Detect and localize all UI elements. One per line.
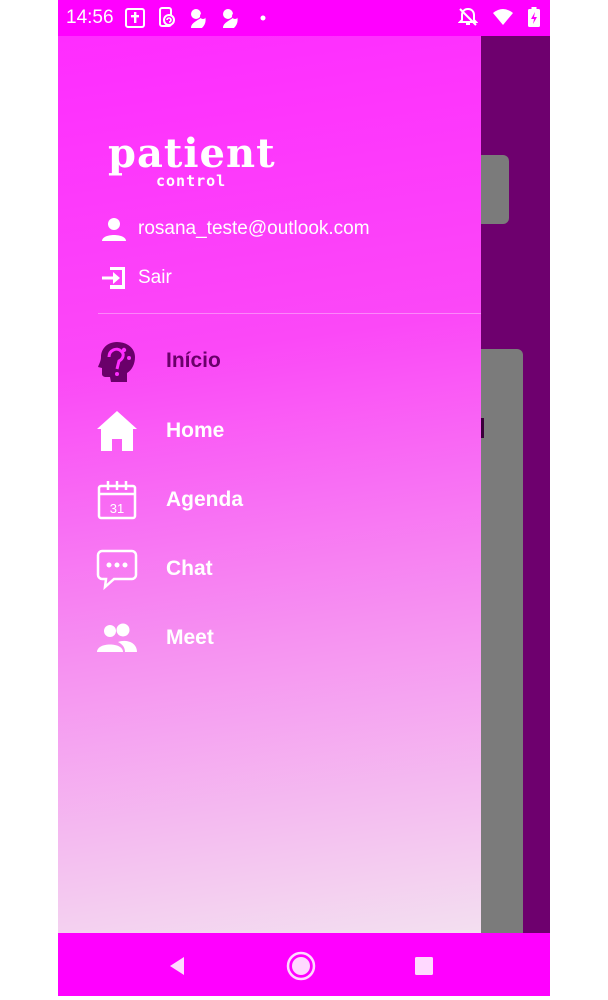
- user-account-row: rosana_teste@outlook.com: [98, 213, 370, 245]
- menu-item-label: Chat: [166, 557, 213, 580]
- chat-bubble-icon: [94, 546, 140, 592]
- wifi-icon: [492, 8, 514, 31]
- logo-sub-text: control: [156, 172, 227, 190]
- app-logo: patient control: [108, 130, 276, 191]
- calendar-day-number: 31: [110, 501, 124, 516]
- navigation-drawer: patient control rosana_teste@outlook.com…: [58, 36, 481, 933]
- phone-sync-icon: [156, 7, 178, 29]
- battery-icon: [528, 7, 540, 32]
- calendar-icon: 31: [94, 477, 140, 523]
- logout-button[interactable]: Sair: [98, 262, 172, 294]
- mute-notifications-icon: [457, 7, 479, 32]
- menu-item-agenda[interactable]: 31 Agenda: [94, 473, 474, 527]
- home-circle-icon: [286, 951, 316, 981]
- menu-item-home[interactable]: Home: [94, 404, 474, 458]
- logout-icon: [98, 262, 130, 294]
- system-nav-bar: [58, 933, 550, 996]
- app-icon: [188, 7, 210, 29]
- menu-item-chat[interactable]: Chat: [94, 542, 474, 596]
- menu-item-label: Meet: [166, 626, 214, 649]
- nav-back-button[interactable]: [162, 951, 192, 981]
- brain-head-icon: [94, 338, 140, 384]
- status-bar: 14:56: [58, 0, 550, 36]
- menu-item-label: Home: [166, 419, 225, 442]
- dot-icon: [252, 7, 274, 29]
- house-icon: [94, 408, 140, 454]
- menu-item-label: Início: [166, 349, 221, 372]
- drawer-divider: [98, 313, 481, 314]
- menu-item-inicio[interactable]: Início: [94, 334, 474, 388]
- user-email: rosana_teste@outlook.com: [138, 218, 370, 239]
- logout-label: Sair: [138, 267, 172, 288]
- status-right-icons: [457, 7, 540, 32]
- nav-home-button[interactable]: [286, 951, 316, 981]
- menu-item-label: Agenda: [166, 488, 244, 511]
- menu-item-meet[interactable]: Meet: [94, 611, 474, 665]
- bible-icon: [124, 7, 146, 29]
- person-icon: [98, 213, 130, 245]
- phone-screen: 14:56 patient control rosana_teste@outlo…: [58, 0, 550, 996]
- nav-recents-button[interactable]: [409, 951, 439, 981]
- group-people-icon: [94, 615, 140, 661]
- logo-main-text: patient: [108, 130, 276, 177]
- back-triangle-icon: [170, 957, 184, 975]
- status-time: 14:56: [66, 7, 114, 28]
- app-icon: [220, 7, 242, 29]
- recents-square-icon: [415, 957, 433, 975]
